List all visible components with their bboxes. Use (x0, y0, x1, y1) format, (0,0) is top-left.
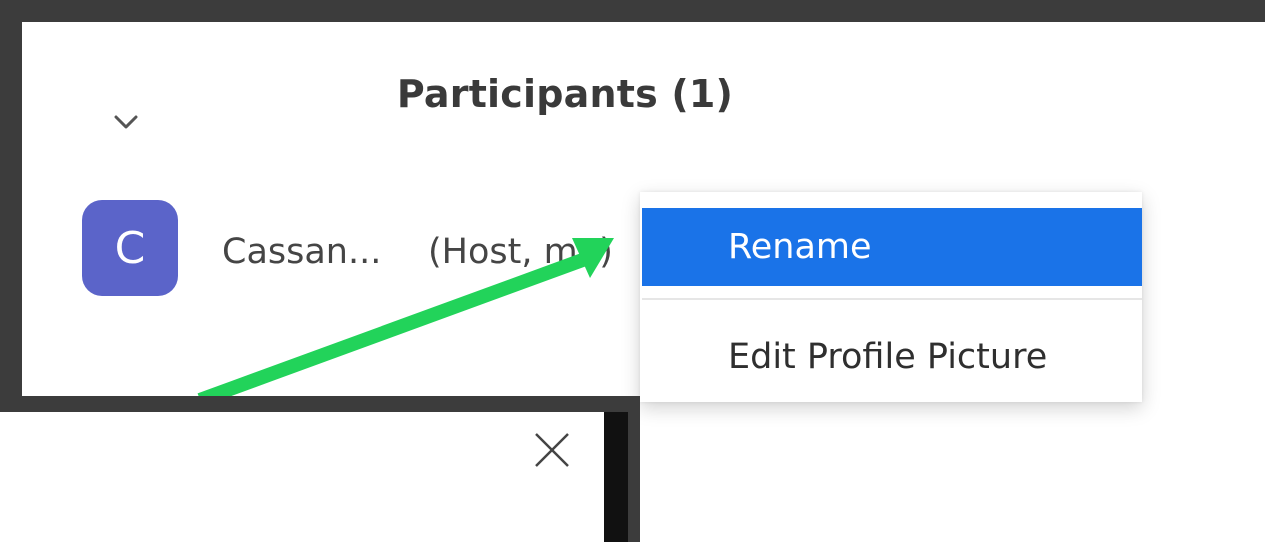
chevron-down-icon[interactable] (110, 108, 142, 136)
close-icon[interactable] (530, 428, 574, 472)
menu-item-rename[interactable]: Rename (642, 208, 1142, 286)
menu-item-edit-profile-picture[interactable]: Edit Profile Picture (642, 318, 1142, 396)
avatar: C (82, 200, 178, 296)
panel-title: Participants (1) (396, 72, 734, 116)
participant-name: Cassan... (222, 232, 382, 272)
participant-row[interactable]: C Cassan... (Host, me) (60, 178, 660, 296)
context-menu: Rename Edit Profile Picture (640, 192, 1142, 402)
rename-dialog (0, 412, 604, 542)
menu-divider (642, 298, 1142, 300)
dialog-edge (604, 412, 628, 542)
participant-role: (Host, me) (428, 232, 613, 272)
